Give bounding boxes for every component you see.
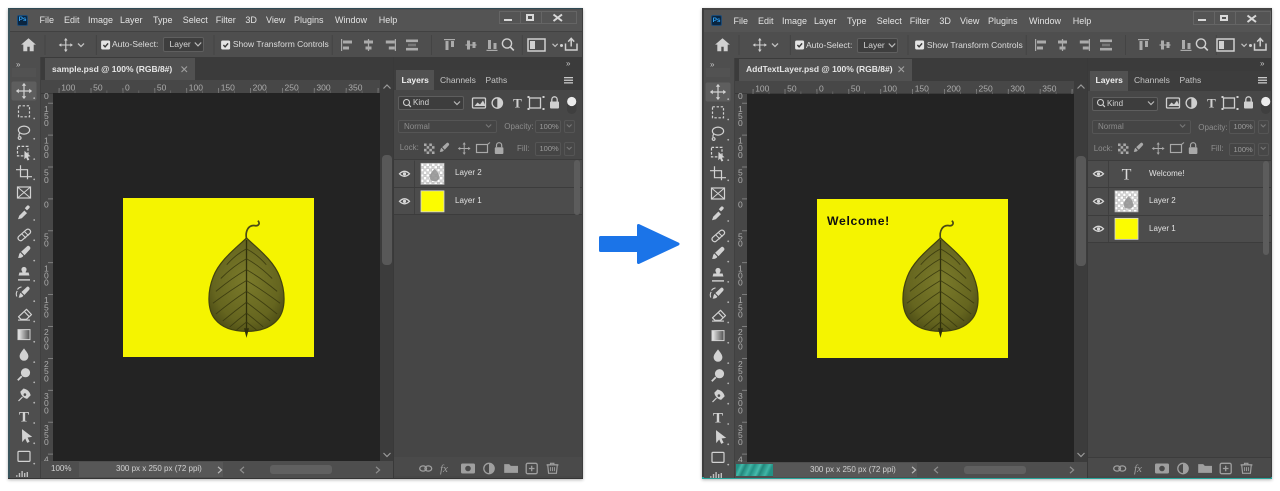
svg-text:T: T xyxy=(1207,96,1216,111)
svg-text:»: » xyxy=(566,59,571,68)
svg-text:fx: fx xyxy=(1134,463,1142,475)
svg-text:T: T xyxy=(513,95,522,110)
svg-text:»: » xyxy=(1260,59,1265,68)
svg-text:fx: fx xyxy=(440,463,448,475)
